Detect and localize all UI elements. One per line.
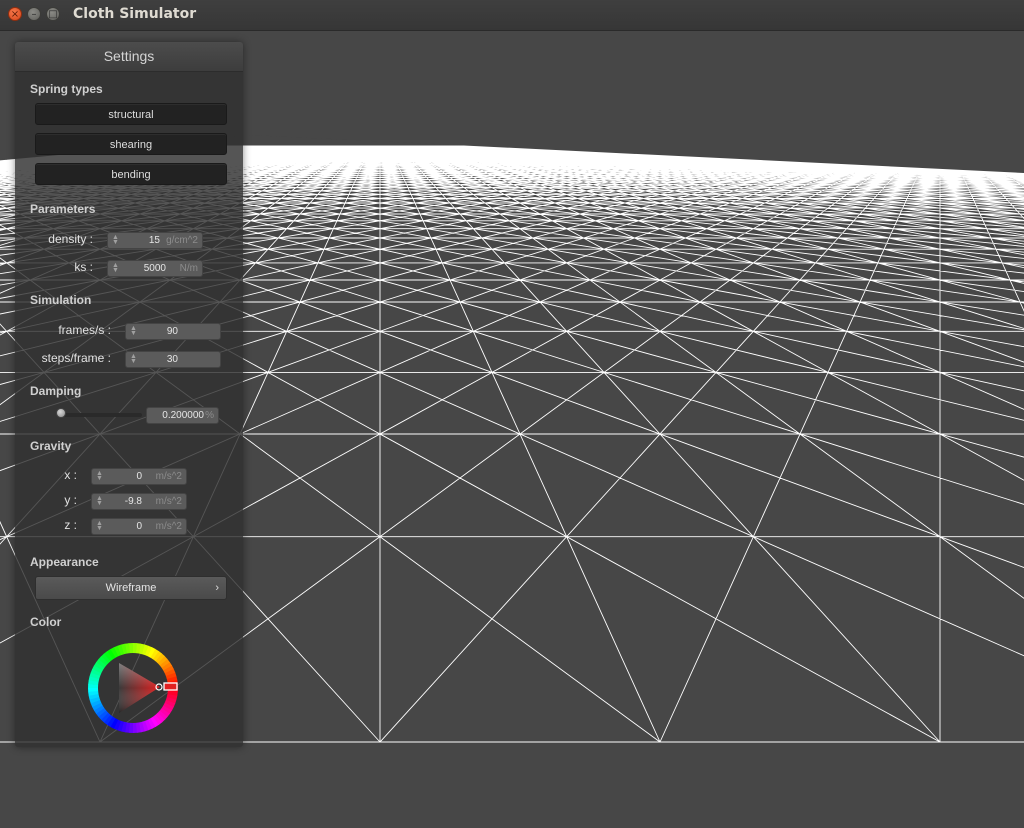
gravity-z-label: z : [64, 518, 77, 532]
gravity-y-value: -9.8 [124, 496, 142, 507]
appearance-selected-value: Wireframe [105, 582, 157, 594]
steps-per-frame-value: 30 [166, 354, 178, 365]
damping-unit: % [205, 410, 214, 421]
gravity-x-input[interactable]: ▲ ▼ 0 m/s^2 [91, 468, 187, 485]
window-title: Cloth Simulator [73, 6, 197, 22]
saturation-value-triangle[interactable] [119, 663, 160, 713]
color-wheel-picker[interactable] [86, 641, 180, 735]
ks-input[interactable]: ▲ ▼ 5000 N/m [107, 260, 203, 277]
gravity-z-unit: m/s^2 [155, 521, 182, 532]
shearing-button[interactable]: shearing [35, 133, 227, 155]
damping-value-box[interactable]: 0.200000 % [146, 407, 219, 424]
gravity-y-input[interactable]: ▲ ▼ -9.8 m/s^2 [91, 493, 187, 510]
color-heading: Color [30, 615, 62, 629]
hue-selector-marker[interactable] [163, 682, 178, 691]
damping-heading: Damping [30, 384, 82, 398]
frames-per-second-label: frames/s : [58, 323, 111, 337]
ks-label: ks : [74, 260, 93, 274]
density-input[interactable]: ▲ ▼ 15 g/cm^2 [107, 232, 203, 249]
gravity-y-unit: m/s^2 [155, 496, 182, 507]
density-value: 15 [148, 235, 160, 246]
appearance-heading: Appearance [30, 555, 99, 569]
damping-slider-handle[interactable] [56, 408, 66, 418]
gravity-z-value: 0 [136, 521, 142, 532]
title-bar: × – □ Cloth Simulator [0, 0, 1024, 31]
parameters-heading: Parameters [30, 202, 96, 216]
bending-button[interactable]: bending [35, 163, 227, 185]
chevron-right-icon: › [215, 582, 219, 594]
gravity-z-input[interactable]: ▲ ▼ 0 m/s^2 [91, 518, 187, 535]
maximize-window-button[interactable]: □ [46, 7, 60, 21]
spin-arrows-icon[interactable]: ▲ ▼ [112, 262, 119, 274]
gravity-heading: Gravity [30, 439, 72, 453]
spin-arrows-icon[interactable]: ▲ ▼ [96, 470, 103, 482]
damping-value: 0.200000 [162, 410, 204, 421]
steps-per-frame-label: steps/frame : [41, 351, 111, 365]
ks-value: 5000 [143, 263, 166, 274]
simulation-heading: Simulation [30, 293, 92, 307]
spin-arrows-icon[interactable]: ▲ ▼ [112, 234, 119, 246]
settings-panel-header[interactable]: Settings [15, 42, 243, 72]
appearance-dropdown[interactable]: Wireframe › [35, 576, 227, 600]
frames-per-second-value: 90 [166, 326, 178, 337]
spin-arrows-icon[interactable]: ▲ ▼ [130, 325, 137, 337]
density-label: density : [48, 232, 93, 246]
gravity-x-value: 0 [136, 471, 142, 482]
spring-types-heading: Spring types [30, 82, 103, 96]
frames-per-second-input[interactable]: ▲ ▼ 90 [125, 323, 221, 340]
gravity-y-label: y : [64, 493, 77, 507]
spin-arrows-icon[interactable]: ▲ ▼ [96, 495, 103, 507]
spin-arrows-icon[interactable]: ▲ ▼ [130, 353, 137, 365]
close-window-button[interactable]: × [8, 7, 22, 21]
spin-arrows-icon[interactable]: ▲ ▼ [96, 520, 103, 532]
gravity-x-unit: m/s^2 [155, 471, 182, 482]
ks-unit: N/m [179, 263, 198, 274]
gravity-x-label: x : [64, 468, 77, 482]
structural-button[interactable]: structural [35, 103, 227, 125]
minimize-window-button[interactable]: – [27, 7, 41, 21]
damping-slider[interactable] [60, 413, 142, 417]
settings-panel: Settings Spring types structural shearin… [15, 42, 243, 747]
density-unit: g/cm^2 [166, 235, 198, 246]
steps-per-frame-input[interactable]: ▲ ▼ 30 [125, 351, 221, 368]
